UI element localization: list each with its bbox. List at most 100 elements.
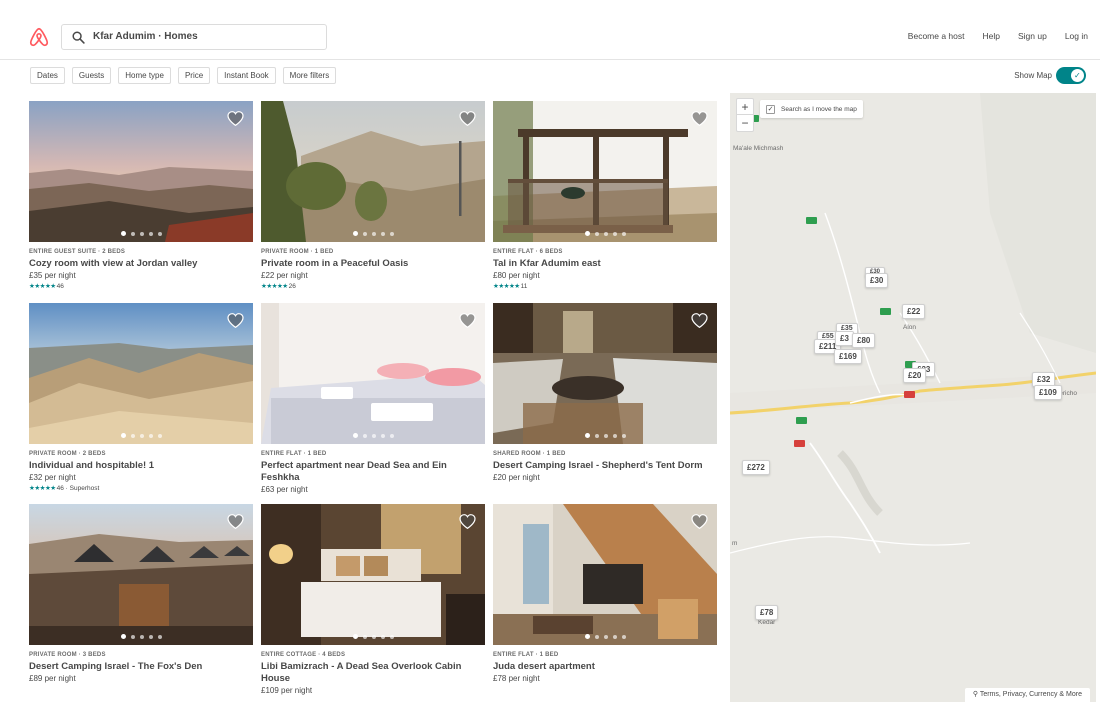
listing-title[interactable]: Desert Camping Israel - The Fox's Den: [29, 661, 253, 673]
listing-type: ENTIRE GUEST SUITE · 2 BEDS: [29, 249, 126, 255]
photo-carousel-dots[interactable]: [29, 634, 253, 639]
listing-rating: ★★★★★ 46 · Superhost: [29, 484, 253, 493]
photo-carousel-dots[interactable]: [493, 634, 717, 639]
favorite-heart-icon[interactable]: [227, 514, 244, 529]
photo-carousel-dots[interactable]: [261, 634, 485, 639]
map-panel[interactable]: + − ✓ Search as I move the map Ma'ale Mi…: [730, 93, 1096, 702]
listing-card[interactable]: ENTIRE FLAT · 1 BED Juda desert apartmen…: [493, 504, 717, 683]
map-price-pin[interactable]: £109: [1034, 385, 1062, 400]
listing-photo[interactable]: [261, 303, 485, 444]
become-host-link[interactable]: Become a host: [908, 31, 965, 41]
filter-guests-button[interactable]: Guests: [71, 67, 112, 84]
photo-carousel-dots[interactable]: [493, 231, 717, 236]
map-place-label: Ma'ale Michmash: [733, 145, 784, 152]
sign-up-link[interactable]: Sign up: [1018, 31, 1047, 41]
review-count: 46: [56, 282, 64, 290]
listing-photo-image: [29, 504, 253, 645]
favorite-heart-icon[interactable]: [227, 313, 244, 328]
check-icon: ✓: [1074, 71, 1081, 80]
listing-card[interactable]: PRIVATE ROOM · 2 BEDS Individual and hos…: [29, 303, 253, 492]
listing-photo[interactable]: [29, 101, 253, 242]
listing-photo[interactable]: [261, 101, 485, 242]
listing-title[interactable]: Perfect apartment near Dead Sea and Ein …: [261, 460, 485, 484]
listing-photo[interactable]: [493, 504, 717, 645]
listing-photo[interactable]: [29, 303, 253, 444]
map-price-pin[interactable]: £272: [742, 460, 770, 475]
map-zoom-control: + −: [736, 98, 754, 132]
favorite-heart-icon[interactable]: [459, 514, 476, 529]
listing-title[interactable]: Libi Bamizrach - A Dead Sea Overlook Cab…: [261, 661, 485, 685]
filter-dates-button[interactable]: Dates: [30, 67, 65, 84]
listing-rating: ★★★★★ 26: [261, 282, 485, 291]
search-bar[interactable]: Kfar Adumim · Homes: [61, 24, 327, 50]
listing-type: PRIVATE ROOM · 3 BEDS: [29, 652, 106, 658]
photo-carousel-dots[interactable]: [29, 231, 253, 236]
listing-type: PRIVATE ROOM · 2 BEDS: [29, 451, 106, 457]
listing-type: ENTIRE FLAT · 1 BED: [261, 451, 327, 457]
map-price-pin[interactable]: £78: [755, 605, 779, 620]
airbnb-logo-icon[interactable]: [28, 26, 50, 48]
top-nav: Become a host Help Sign up Log in: [890, 31, 1088, 41]
zoom-out-button[interactable]: −: [737, 115, 753, 131]
listing-price: £80 per night: [493, 271, 540, 280]
log-in-link[interactable]: Log in: [1065, 31, 1088, 41]
photo-carousel-dots[interactable]: [29, 433, 253, 438]
map-price-pin[interactable]: £30: [865, 273, 889, 288]
pin-price: £109: [1039, 388, 1057, 397]
listing-title[interactable]: Cozy room with view at Jordan valley: [29, 258, 253, 270]
listing-title[interactable]: Private room in a Peaceful Oasis: [261, 258, 485, 270]
pin-price: £20: [908, 371, 922, 380]
more-filters-button[interactable]: More filters: [282, 67, 337, 84]
listing-photo[interactable]: [493, 303, 717, 444]
map-price-pin[interactable]: £80: [852, 333, 876, 348]
help-link[interactable]: Help: [983, 31, 1000, 41]
search-input-value[interactable]: Kfar Adumim · Homes: [93, 31, 198, 42]
listing-card[interactable]: PRIVATE ROOM · 3 BEDS Desert Camping Isr…: [29, 504, 253, 683]
listing-photo[interactable]: [493, 101, 717, 242]
listing-title[interactable]: Desert Camping Israel - Shepherd's Tent …: [493, 460, 717, 472]
listing-type: SHARED ROOM · 1 BED: [493, 451, 566, 457]
listing-price: £32 per night: [29, 473, 76, 482]
listing-type: PRIVATE ROOM · 1 BED: [261, 249, 334, 255]
toggle-knob: ✓: [1071, 69, 1084, 82]
listing-card[interactable]: ENTIRE GUEST SUITE · 2 BEDS Cozy room wi…: [29, 101, 253, 290]
listing-type: ENTIRE FLAT · 1 BED: [493, 652, 559, 658]
listing-card[interactable]: SHARED ROOM · 1 BED Desert Camping Israe…: [493, 303, 717, 482]
favorite-heart-icon[interactable]: [691, 313, 708, 328]
photo-carousel-dots[interactable]: [261, 231, 485, 236]
listing-title[interactable]: Juda desert apartment: [493, 661, 717, 673]
favorite-heart-icon[interactable]: [691, 111, 708, 126]
filter-instant-book-button[interactable]: Instant Book: [217, 67, 276, 84]
listing-title[interactable]: Individual and hospitable! 1: [29, 460, 253, 472]
zoom-in-button[interactable]: +: [737, 99, 753, 115]
listing-title[interactable]: Tal in Kfar Adumim east: [493, 258, 717, 270]
star-rating-icons: ★★★★★: [493, 283, 520, 290]
photo-carousel-dots[interactable]: [261, 433, 485, 438]
listing-card[interactable]: ENTIRE COTTAGE · 4 BEDS Libi Bamizrach -…: [261, 504, 485, 695]
favorite-heart-icon[interactable]: [691, 514, 708, 529]
terms-privacy-link[interactable]: ⚲ Terms, Privacy, Currency & More: [964, 688, 1090, 702]
review-count: 26: [288, 282, 296, 290]
map-price-pin[interactable]: £169: [834, 349, 862, 364]
listing-price: £35 per night: [29, 271, 76, 280]
checkbox-icon[interactable]: ✓: [766, 104, 775, 114]
favorite-heart-icon[interactable]: [459, 111, 476, 126]
listing-card[interactable]: PRIVATE ROOM · 1 BED Private room in a P…: [261, 101, 485, 290]
pin-price: £272: [747, 463, 765, 472]
show-map-toggle[interactable]: ✓: [1056, 67, 1086, 84]
pin-price: £22: [907, 307, 921, 316]
listing-card[interactable]: ENTIRE FLAT · 1 BED Perfect apartment ne…: [261, 303, 485, 494]
favorite-heart-icon[interactable]: [227, 111, 244, 126]
photo-carousel-dots[interactable]: [493, 433, 717, 438]
map-price-pin[interactable]: £20: [903, 368, 927, 383]
map-price-pin[interactable]: £22: [902, 304, 926, 319]
map-place-label: m: [732, 540, 738, 547]
filter-price-button[interactable]: Price: [177, 67, 211, 84]
listing-photo[interactable]: [261, 504, 485, 645]
listing-card[interactable]: ENTIRE FLAT · 6 BEDS Tal in Kfar Adumim …: [493, 101, 717, 290]
listing-photo[interactable]: [29, 504, 253, 645]
map-place-label: Alon: [903, 324, 917, 331]
filter-home-type-button[interactable]: Home type: [118, 67, 171, 84]
search-as-move-checkbox[interactable]: ✓ Search as I move the map: [760, 100, 863, 118]
favorite-heart-icon[interactable]: [459, 313, 476, 328]
